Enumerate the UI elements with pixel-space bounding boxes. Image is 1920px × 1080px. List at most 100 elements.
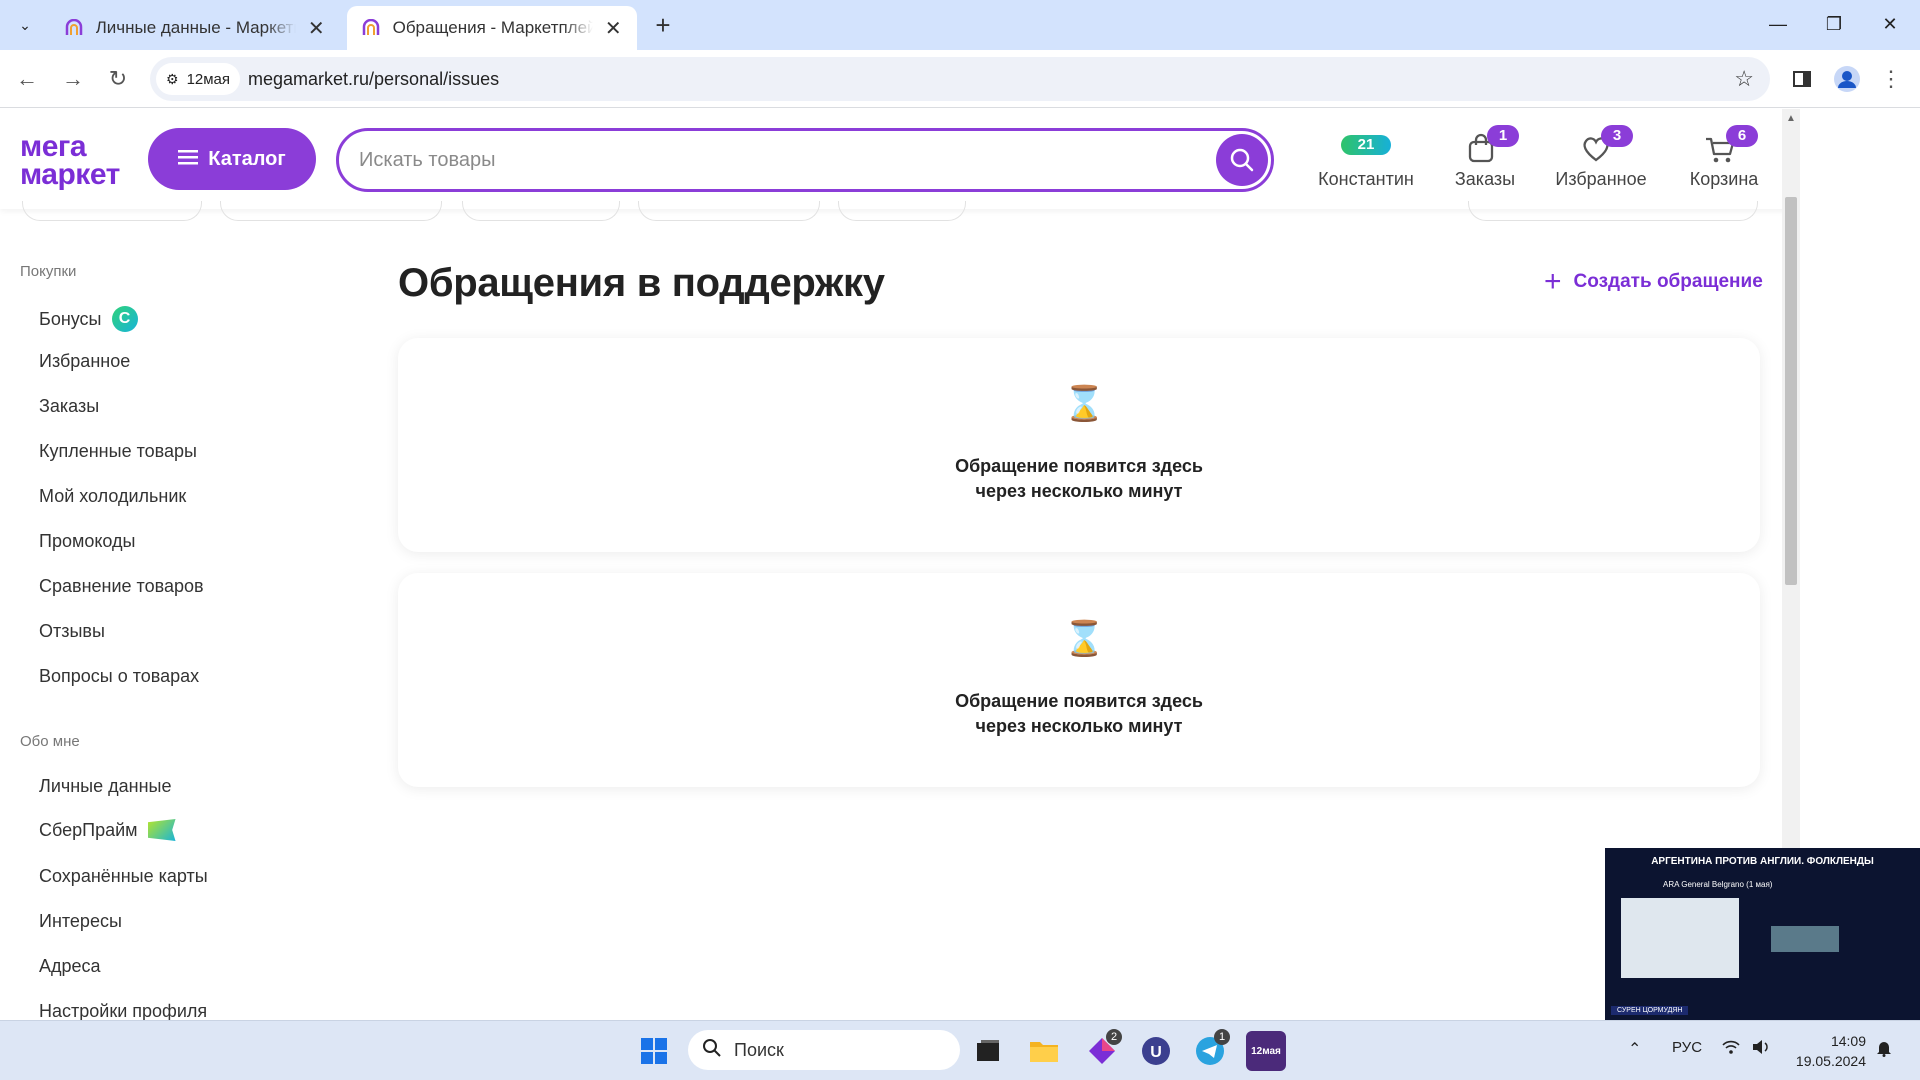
category-chip[interactable] [838,201,966,221]
notification-bell-icon[interactable] [1876,1039,1892,1061]
orders-menu[interactable]: 1 Заказы [1452,125,1519,190]
category-chip[interactable] [22,201,202,221]
address-bar[interactable]: ⚙ 12мая megamarket.ru/personal/issues ☆ [150,57,1770,101]
wifi-icon[interactable] [1722,1039,1740,1059]
cart-badge: 6 [1726,125,1758,147]
tab-close-icon[interactable]: ✕ [603,16,623,41]
close-window-icon[interactable]: ✕ [1870,8,1910,40]
file-explorer-icon[interactable] [1024,1031,1064,1071]
profile-avatar-icon[interactable] [1832,64,1862,94]
app-launcher-icon[interactable]: 2 [1082,1029,1122,1071]
cart-menu[interactable]: 6 Корзина [1686,125,1762,190]
tab-issues[interactable]: Обращения - Маркетплейс megamarket.ru ✕ [347,6,637,50]
sidebar-item-questions[interactable]: Вопросы о товарах [39,666,199,687]
windows-start-icon[interactable] [634,1031,674,1071]
sidebar-item-saved-cards[interactable]: Сохранённые карты [39,866,208,887]
megamarket-logo[interactable]: мега маркет [20,132,120,191]
telegram-icon[interactable]: 1 [1190,1029,1230,1071]
sidebar-item-label: Заказы [39,396,100,416]
scroll-up-arrow-icon[interactable]: ▲ [1786,113,1796,124]
profile-label: Константин [1318,169,1414,189]
side-panel-icon[interactable] [1787,64,1817,94]
language-indicator[interactable]: РУС [1672,1039,1702,1056]
u-app-icon[interactable]: U [1136,1031,1176,1071]
forward-icon[interactable]: → [58,64,88,94]
url-text[interactable]: megamarket.ru/personal/issues [248,69,499,90]
category-chip[interactable] [462,201,620,221]
scrollbar-thumb[interactable] [1785,197,1797,585]
logo-line2: маркет [20,158,120,191]
tab-search-dropdown-icon[interactable]: ⌄ [10,10,40,40]
profile-menu[interactable]: 21 Константин [1312,131,1420,190]
sidebar-item-profile-settings[interactable]: Настройки профиля [39,1001,207,1020]
search-button[interactable] [1216,134,1268,186]
new-tab-button[interactable]: + [650,12,676,38]
message-line: через несколько минут [975,481,1183,501]
sidebar-item-label: Сравнение товаров [39,576,204,596]
sidebar-item-label: Интересы [39,911,122,931]
menu-icon [178,148,199,171]
megamarket-favicon-icon [64,18,84,38]
megamarket-app-tile[interactable]: 12мая [1246,1031,1286,1071]
video-subtitle: ARA General Belgrano (1 мая) [1663,880,1773,889]
sidebar-item-promocodes[interactable]: Промокоды [39,531,135,552]
sidebar-item-label: Отзывы [39,621,105,641]
site-info-chip[interactable]: ⚙ 12мая [156,63,241,95]
sidebar-item-bonuses[interactable]: Бонусы C [39,306,138,332]
tray-chevron-icon[interactable]: ⌃ [1628,1039,1641,1059]
svg-text:U: U [1150,1044,1162,1061]
system-clock[interactable]: 14:09 19.05.2024 [1770,1031,1866,1071]
create-issue-button[interactable]: + Создать обращение [1544,267,1763,297]
bonus-count: 21 [1341,135,1391,155]
sidebar-item-interests[interactable]: Интересы [39,911,122,932]
sidebar-item-compare[interactable]: Сравнение товаров [39,576,204,597]
clock-time: 14:09 [1830,1033,1866,1049]
message-line: Обращение появится здесь [955,691,1203,711]
app-badge: 2 [1106,1029,1122,1045]
category-chip[interactable] [638,201,820,221]
catalog-button[interactable]: Каталог [148,128,316,190]
catalog-label: Каталог [208,147,286,170]
video-title: АРГЕНТИНА ПРОТИВ АНГЛИИ. ФОЛКЛЕНДЫ [1651,856,1874,867]
ship-photo [1771,926,1839,952]
page-title: Обращения в поддержку [398,261,885,305]
sidebar-item-reviews[interactable]: Отзывы [39,621,105,642]
sidebar-item-orders[interactable]: Заказы [39,396,99,417]
favorites-label: Избранное [1555,169,1647,189]
sidebar-item-label: Мой холодильник [39,486,187,506]
sidebar-item-label: Купленные товары [39,441,197,461]
taskbar-search[interactable]: Поиск [688,1030,960,1070]
sidebar-item-sberprime[interactable]: СберПрайм [39,819,176,841]
browser-menu-icon[interactable]: ⋮ [1876,64,1906,94]
task-view-icon[interactable] [968,1031,1008,1071]
picture-in-picture-video[interactable]: АРГЕНТИНА ПРОТИВ АНГЛИИ. ФОЛКЛЕНДЫ ARA G… [1605,848,1920,1020]
tab-personal-data[interactable]: Личные данные - Маркетплейс megamarket.r… [50,6,340,50]
sidebar-item-purchased[interactable]: Купленные товары [39,441,197,462]
bookmark-star-icon[interactable]: ☆ [1734,66,1754,92]
sidebar-item-addresses[interactable]: Адреса [39,956,101,977]
windows-taskbar: Поиск 2 U 1 12мая ⌃ РУС 14:09 19.05.2024 [0,1020,1920,1080]
reload-icon[interactable]: ↻ [103,64,133,94]
bonus-badge-icon: 21 [1341,131,1391,163]
sidebar-item-fridge[interactable]: Мой холодильник [39,486,186,507]
volume-icon[interactable] [1752,1039,1770,1059]
telegram-badge: 1 [1214,1029,1230,1045]
search-icon [1230,148,1254,172]
sidebar-item-label: Сохранённые карты [39,866,208,886]
section-title-about-me: Обо мне [20,733,80,750]
cart-icon: 6 [1704,125,1758,163]
bag-icon: 1 [1465,125,1519,163]
orders-badge: 1 [1487,125,1519,147]
category-chip[interactable] [1468,201,1758,221]
tab-close-icon[interactable]: ✕ [306,16,326,41]
restore-icon[interactable]: ❐ [1814,8,1854,40]
category-chip[interactable] [220,201,442,221]
back-icon[interactable]: ← [12,64,42,94]
sidebar-item-favorites[interactable]: Избранное [39,351,130,372]
sidebar-item-personal-data[interactable]: Личные данные [39,776,171,797]
search-input[interactable] [359,145,1179,175]
clock-date: 19.05.2024 [1795,1053,1866,1069]
hourglass-icon: ⌛ [1063,385,1106,423]
minimize-icon[interactable]: — [1758,8,1798,40]
favorites-menu[interactable]: 3 Избранное [1554,125,1648,190]
